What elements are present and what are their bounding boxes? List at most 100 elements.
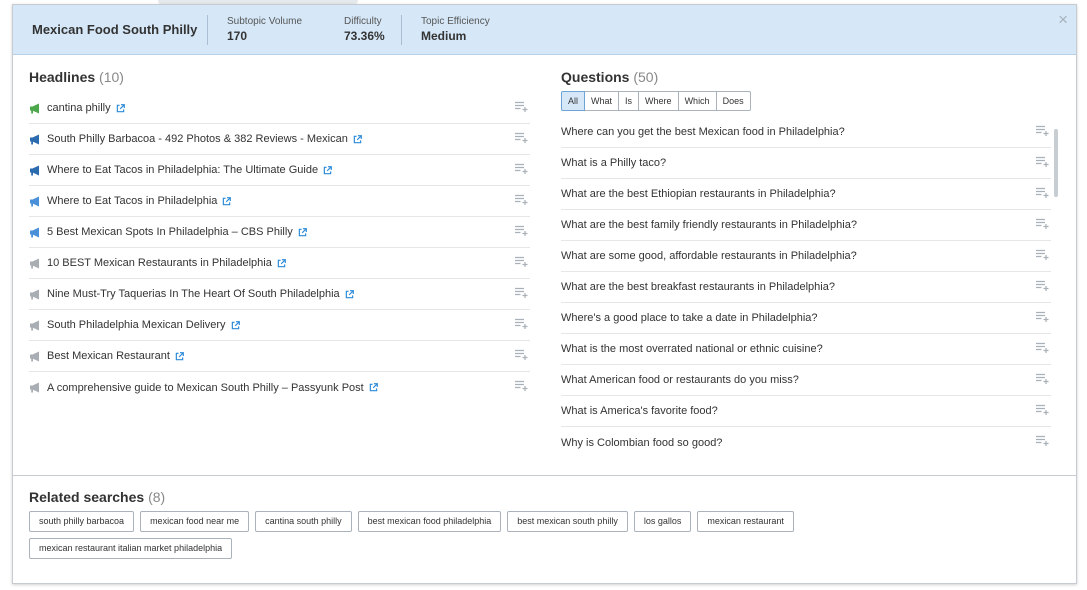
question-row: What is a Philly taco? <box>561 148 1051 179</box>
external-link-icon[interactable] <box>116 103 125 113</box>
add-to-list-icon[interactable] <box>1036 249 1049 260</box>
headline-row: 10 BEST Mexican Restaurants in Philadelp… <box>29 248 530 279</box>
external-link-icon[interactable] <box>323 165 332 175</box>
difficulty-label: Difficulty <box>344 16 382 27</box>
add-to-list-icon[interactable] <box>1036 311 1049 322</box>
headlines-title: Headlines <box>29 69 96 85</box>
filter-all-button[interactable]: All <box>561 91 586 111</box>
headline-text: cantina philly <box>47 102 111 114</box>
headlines-heading: Headlines (10) <box>29 69 530 85</box>
add-to-list-icon[interactable] <box>1036 435 1049 446</box>
headline-row: 5 Best Mexican Spots In Philadelphia – C… <box>29 217 530 248</box>
add-to-list-icon[interactable] <box>1036 280 1049 291</box>
filter-does-button[interactable]: Does <box>715 91 751 111</box>
external-link-icon[interactable] <box>298 227 307 237</box>
external-link-icon[interactable] <box>222 196 232 206</box>
megaphone-icon <box>30 289 39 299</box>
headline-text: 5 Best Mexican Spots In Philadelphia – C… <box>47 226 293 238</box>
section-divider <box>13 475 1076 476</box>
external-link-icon[interactable] <box>231 320 240 330</box>
megaphone-icon <box>30 165 39 175</box>
add-to-list-icon[interactable] <box>515 256 528 267</box>
headline-row: South Philly Barbacoa - 492 Photos & 382… <box>29 124 530 155</box>
related-search-tag[interactable]: cantina south philly <box>255 511 352 532</box>
add-to-list-icon[interactable] <box>1036 187 1049 198</box>
difficulty-metric: Difficulty 73.36% <box>325 15 401 45</box>
topic-efficiency-value: Medium <box>421 29 467 43</box>
add-to-list-icon[interactable] <box>515 225 528 236</box>
related-search-tag[interactable]: mexican restaurant italian market philad… <box>29 538 233 559</box>
related-search-tag[interactable]: best mexican south philly <box>507 511 628 532</box>
question-text: What American food or restaurants do you… <box>561 374 799 386</box>
headline-row: A comprehensive guide to Mexican South P… <box>29 372 530 403</box>
question-text: What are the best breakfast restaurants … <box>561 281 835 293</box>
megaphone-icon <box>30 351 39 361</box>
add-to-list-icon[interactable] <box>1036 125 1049 136</box>
question-list: Where can you get the best Mexican food … <box>561 117 1051 458</box>
question-text: Where's a good place to take a date in P… <box>561 312 818 324</box>
headline-text: South Philadelphia Mexican Delivery <box>47 319 226 331</box>
question-text: What is America's favorite food? <box>561 405 718 417</box>
metrics-group: Subtopic Volume 170 Difficulty 73.36% To… <box>207 14 521 45</box>
external-link-icon[interactable] <box>353 134 362 144</box>
question-row: What are the best Ethiopian restaurants … <box>561 179 1051 210</box>
add-to-list-icon[interactable] <box>515 349 528 360</box>
add-to-list-icon[interactable] <box>515 287 528 298</box>
add-to-list-icon[interactable] <box>1036 218 1049 229</box>
add-to-list-icon[interactable] <box>1036 156 1049 167</box>
add-to-list-icon[interactable] <box>515 101 528 112</box>
question-row: Where can you get the best Mexican food … <box>561 117 1051 148</box>
filter-is-button[interactable]: Is <box>618 91 640 111</box>
headline-row: South Philadelphia Mexican Delivery <box>29 310 530 341</box>
megaphone-icon <box>30 320 39 330</box>
question-row: What are the best breakfast restaurants … <box>561 272 1051 303</box>
related-searches-panel: Related searches (8) south philly barbac… <box>29 489 1059 565</box>
headline-text: South Philly Barbacoa - 492 Photos & 382… <box>47 133 348 145</box>
add-to-list-icon[interactable] <box>515 380 528 391</box>
close-icon[interactable]: × <box>1058 11 1068 28</box>
subtopic-volume-label: Subtopic Volume <box>227 16 303 27</box>
topic-detail-card: Mexican Food South Philly Subtopic Volum… <box>12 4 1077 584</box>
subtopic-volume-metric: Subtopic Volume 170 <box>207 14 325 45</box>
subtopic-volume-value: 170 <box>227 29 248 43</box>
related-title: Related searches <box>29 489 145 505</box>
megaphone-icon <box>30 382 39 393</box>
related-search-tag[interactable]: best mexican food philadelphia <box>357 511 502 532</box>
questions-title: Questions <box>561 69 630 85</box>
external-link-icon[interactable] <box>369 383 378 392</box>
filter-what-button[interactable]: What <box>584 91 620 111</box>
related-search-tag[interactable]: mexican restaurant <box>697 511 794 532</box>
related-count: (8) <box>148 489 166 505</box>
add-to-list-icon[interactable] <box>1036 404 1049 415</box>
external-link-icon[interactable] <box>345 289 354 299</box>
headline-row: Where to Eat Tacos in Philadelphia: The … <box>29 155 530 186</box>
related-search-tag[interactable]: los gallos <box>633 511 692 532</box>
add-to-list-icon[interactable] <box>515 132 528 143</box>
filter-which-button[interactable]: Which <box>677 91 717 111</box>
questions-panel: Questions (50) All What Is Where Which Does W… <box>561 69 1051 458</box>
megaphone-icon <box>30 196 39 206</box>
questions-scrollbar[interactable] <box>1054 129 1058 197</box>
add-to-list-icon[interactable] <box>515 318 528 329</box>
headline-text: Where to Eat Tacos in Philadelphia: The … <box>47 164 319 176</box>
filter-where-button[interactable]: Where <box>638 91 679 111</box>
add-to-list-icon[interactable] <box>1036 373 1049 384</box>
difficulty-value: 73.36% <box>344 29 385 43</box>
megaphone-icon <box>30 134 39 144</box>
question-text: What is the most overrated national or e… <box>561 343 823 355</box>
related-search-tag[interactable]: south philly barbacoa <box>29 511 135 532</box>
add-to-list-icon[interactable] <box>515 163 528 174</box>
external-link-icon[interactable] <box>175 351 184 361</box>
related-search-tag[interactable]: mexican food near me <box>140 511 250 532</box>
add-to-list-icon[interactable] <box>1036 342 1049 353</box>
external-link-icon[interactable] <box>277 258 286 268</box>
add-to-list-icon[interactable] <box>515 194 528 205</box>
questions-count: (50) <box>633 69 659 85</box>
headline-text: Where to Eat Tacos in Philadelphia <box>47 195 218 207</box>
questions-heading: Questions (50) <box>561 69 1051 85</box>
megaphone-icon <box>30 258 39 268</box>
megaphone-icon <box>30 227 39 237</box>
question-row: What is the most overrated national or e… <box>561 334 1051 365</box>
question-text: What are some good, affordable restauran… <box>561 250 857 262</box>
question-text: What is a Philly taco? <box>561 157 667 169</box>
